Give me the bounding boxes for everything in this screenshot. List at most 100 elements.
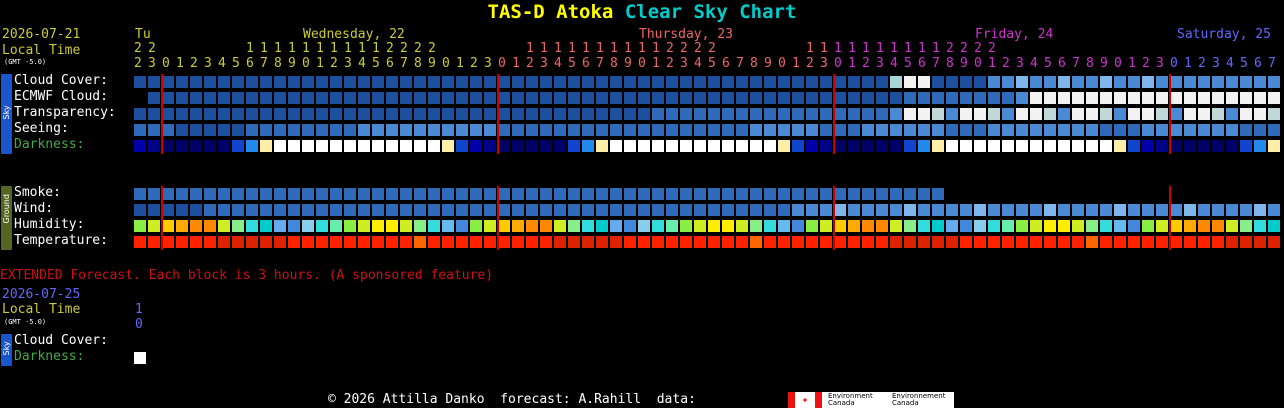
wind-cell xyxy=(932,204,944,216)
smoke-cell xyxy=(274,188,286,200)
seeing-cell xyxy=(176,124,188,136)
temperature-cell xyxy=(1240,236,1252,248)
transparency-cell xyxy=(470,108,482,120)
ecmwf-cloud-cell xyxy=(148,92,160,104)
humidity-cell xyxy=(526,220,538,232)
seeing-cell xyxy=(1044,124,1056,136)
seeing-cell xyxy=(582,124,594,136)
cloud-cover-cell xyxy=(1254,76,1266,88)
wind-cell xyxy=(1072,204,1084,216)
ecmwf-cloud-cell xyxy=(316,92,328,104)
day-label-tue: Tu xyxy=(135,27,151,42)
seeing-cell xyxy=(218,124,230,136)
cloud-cover-cell xyxy=(456,76,468,88)
wind-cell xyxy=(162,204,174,216)
transparency-cell xyxy=(792,108,804,120)
humidity-cell xyxy=(1086,220,1098,232)
temperature-cell xyxy=(932,236,944,248)
seeing-cell xyxy=(1170,124,1182,136)
cloud-cover-cell xyxy=(316,76,328,88)
hour-digit: 5 xyxy=(1044,56,1052,71)
cloud-cover-cell xyxy=(302,76,314,88)
ecmwf-cloud-cell xyxy=(1226,92,1238,104)
smoke-cell xyxy=(680,188,692,200)
humidity-cell xyxy=(1254,220,1266,232)
wind-cell xyxy=(680,204,692,216)
ecmwf-cloud-cell xyxy=(652,92,664,104)
cloud-cover-cell xyxy=(470,76,482,88)
transparency-cell xyxy=(1072,108,1084,120)
gmt-offset: (GMT -5.0) xyxy=(4,58,47,66)
smoke-cell xyxy=(666,188,678,200)
hour-digit: 5 xyxy=(232,56,240,71)
smoke-cell xyxy=(428,188,440,200)
darkness-cell xyxy=(498,140,510,152)
ecmwf-cloud-cell xyxy=(624,92,636,104)
cloud-cover-cell xyxy=(260,76,272,88)
smoke-cell xyxy=(386,188,398,200)
wind-cell xyxy=(484,204,496,216)
cloud-cover-cell xyxy=(1016,76,1028,88)
smoke-cell xyxy=(288,188,300,200)
ecmwf-cloud-cell xyxy=(1156,92,1168,104)
ecmwf-cloud-cell xyxy=(1072,92,1084,104)
humidity-cell xyxy=(946,220,958,232)
temperature-cell xyxy=(134,236,146,248)
smoke-cell xyxy=(148,188,160,200)
seeing-cell xyxy=(708,124,720,136)
ecmwf-cloud-cell xyxy=(666,92,678,104)
smoke-cell xyxy=(596,188,608,200)
cloud-cover-cell xyxy=(148,76,160,88)
humidity-cell xyxy=(582,220,594,232)
site-name: TAS-D Atoka xyxy=(487,1,614,23)
hour-digit: 6 xyxy=(386,56,394,71)
hour-digit: 9 xyxy=(624,56,632,71)
smoke-cell xyxy=(302,188,314,200)
temperature-cell xyxy=(148,236,160,248)
hour-digit: 1 xyxy=(540,41,548,56)
hour-digit: 1 xyxy=(526,41,534,56)
darkness-cell xyxy=(1128,140,1140,152)
ecmwf-cloud-cell xyxy=(1254,92,1266,104)
smoke-cell xyxy=(918,188,930,200)
temperature-cell xyxy=(736,236,748,248)
humidity-cell xyxy=(456,220,468,232)
wind-cell xyxy=(988,204,1000,216)
seeing-cell xyxy=(204,124,216,136)
temperature-cell xyxy=(610,236,622,248)
humidity-cell xyxy=(554,220,566,232)
temperature-cell xyxy=(624,236,636,248)
smoke-cell xyxy=(456,188,468,200)
transparency-cell xyxy=(372,108,384,120)
humidity-cell xyxy=(148,220,160,232)
transparency-cell xyxy=(386,108,398,120)
hour-digit: 6 xyxy=(1254,56,1262,71)
cloud-cover-cell xyxy=(806,76,818,88)
darkness-cell xyxy=(1212,140,1224,152)
seeing-cell xyxy=(260,124,272,136)
darkness-cell xyxy=(596,140,608,152)
transparency-cell xyxy=(1268,108,1280,120)
temperature-cell xyxy=(414,236,426,248)
seeing-cell xyxy=(1226,124,1238,136)
temperature-cell xyxy=(372,236,384,248)
cloud-cover-cell xyxy=(414,76,426,88)
seeing-cell xyxy=(568,124,580,136)
humidity-cell xyxy=(1198,220,1210,232)
smoke-cell xyxy=(526,188,538,200)
wind-cell xyxy=(1254,204,1266,216)
cloud-cover-cell xyxy=(778,76,790,88)
darkness-cell xyxy=(288,140,300,152)
ecmwf-cloud-cell xyxy=(792,92,804,104)
hour-digit: 1 xyxy=(652,41,660,56)
darkness-cell xyxy=(946,140,958,152)
hour-digit: 1 xyxy=(246,41,254,56)
humidity-cell xyxy=(1128,220,1140,232)
wind-cell xyxy=(806,204,818,216)
ecmwf-cloud-cell xyxy=(540,92,552,104)
transparency-cell xyxy=(988,108,1000,120)
darkness-cell xyxy=(232,140,244,152)
transparency-cell xyxy=(232,108,244,120)
wind-cell xyxy=(722,204,734,216)
cloud-cover-cell xyxy=(218,76,230,88)
